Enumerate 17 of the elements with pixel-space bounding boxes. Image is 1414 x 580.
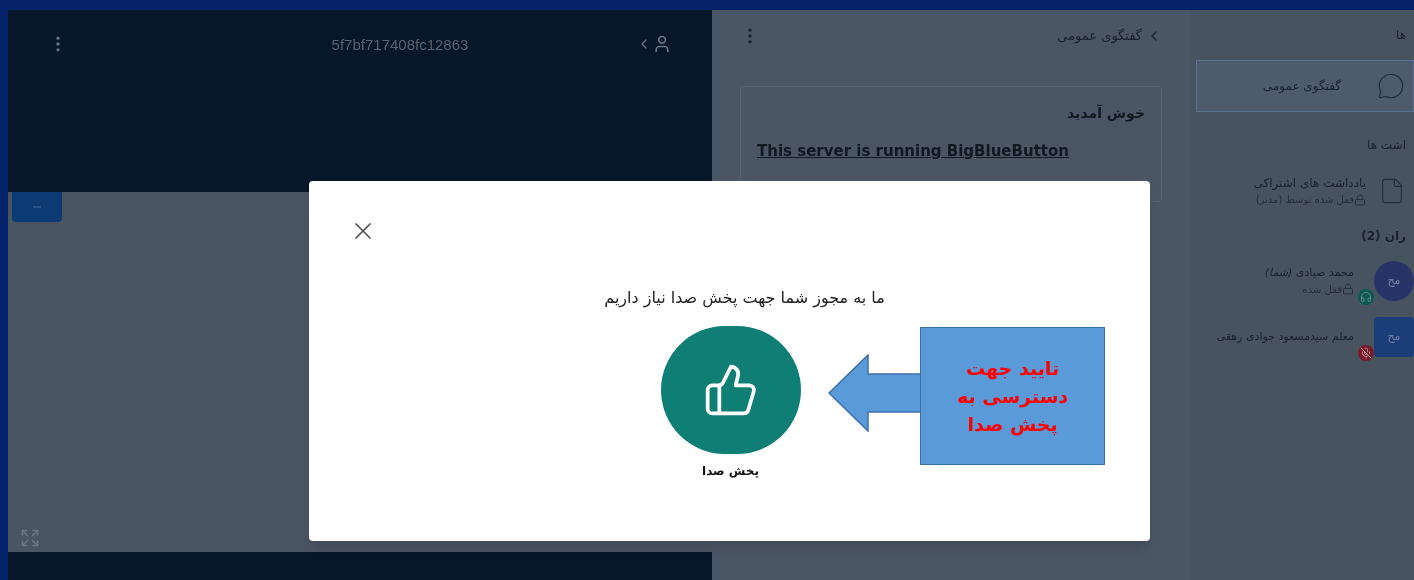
user-avatar[interactable]: مح: [1374, 261, 1414, 301]
mic-off-icon: [1358, 345, 1374, 361]
dialog-message: ما به مجوز شما جهت پخش صدا نیاز داریم: [603, 287, 885, 310]
lock-icon: [1342, 283, 1354, 296]
user-icon: [652, 34, 672, 54]
chat-bubble-icon: [1377, 72, 1405, 100]
user-avatar[interactable]: مح: [1374, 317, 1414, 357]
presentation-title: 5f7bf717408fc12863: [330, 35, 469, 55]
message-sender: خوش آمدید: [1066, 103, 1145, 124]
lock-icon: [1354, 193, 1366, 206]
chat-item-label: گفتگوی عمومی: [1262, 78, 1342, 95]
headphones-icon: [1358, 289, 1374, 305]
message-link[interactable]: This server is running BigBlueButton: [757, 140, 1145, 163]
chat-title[interactable]: گفتگوی عمومی: [1057, 26, 1162, 46]
chat-list-item[interactable]: گفتگوی عمومی: [1196, 60, 1414, 112]
callout-text: تایید جهت دسترسی به پخش صدا: [955, 356, 1070, 438]
chat-title-text: گفتگوی عمومی: [1057, 27, 1142, 46]
